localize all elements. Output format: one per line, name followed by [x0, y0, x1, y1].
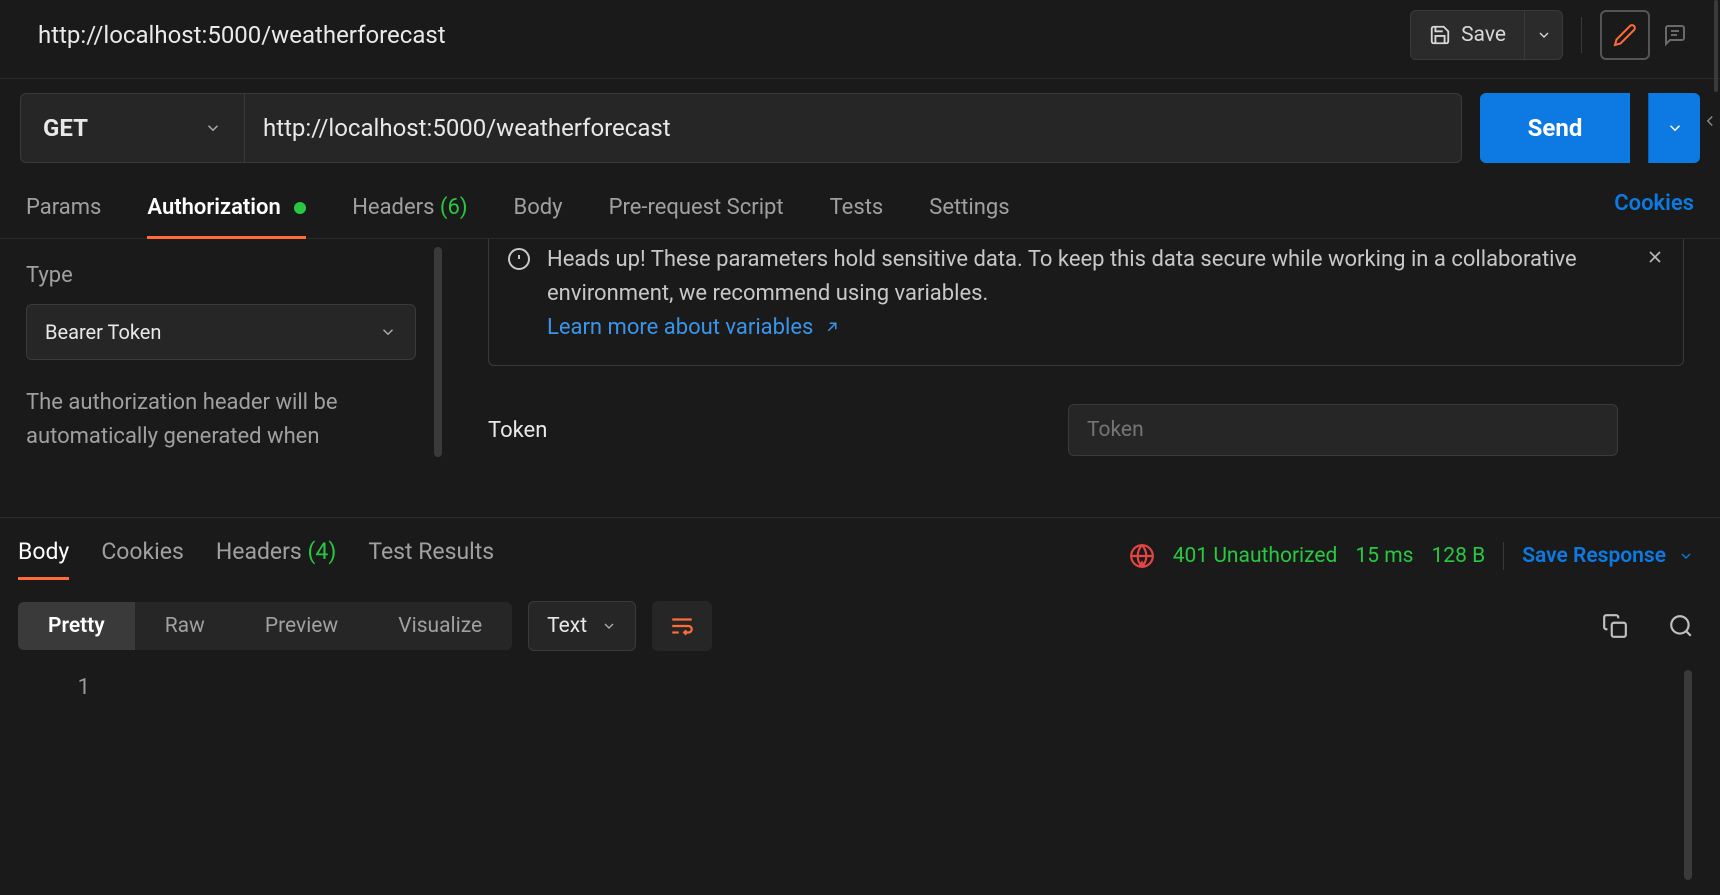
divider	[1581, 17, 1582, 53]
globe-error-icon	[1129, 543, 1155, 569]
learn-more-label: Learn more about variables	[547, 315, 813, 340]
save-button[interactable]: Save	[1410, 10, 1525, 60]
auth-left-pane: Type Bearer Token The authorization head…	[0, 239, 442, 517]
search-icon	[1668, 613, 1694, 639]
url-input[interactable]	[244, 93, 1462, 163]
auth-type-value: Bearer Token	[45, 320, 161, 344]
chevron-left-icon[interactable]	[1701, 112, 1719, 130]
response-tabs: Body Cookies Headers (4) Test Results 40…	[0, 517, 1720, 579]
security-notice: Heads up! These parameters hold sensitiv…	[488, 239, 1684, 366]
external-link-icon	[823, 318, 841, 336]
copy-button[interactable]	[1602, 613, 1628, 639]
line-number: 1	[50, 675, 90, 700]
auth-type-label: Type	[26, 263, 416, 288]
comment-icon	[1663, 23, 1687, 47]
body-toolbar: Pretty Raw Preview Visualize Text	[0, 579, 1720, 667]
close-icon	[1645, 247, 1665, 267]
tab-params[interactable]: Params	[26, 187, 101, 238]
right-edge	[1700, 0, 1720, 895]
request-tabs: Params Authorization Headers (6) Body Pr…	[0, 177, 1720, 239]
scrollbar[interactable]	[434, 247, 442, 457]
resp-tab-headers[interactable]: Headers (4)	[216, 532, 336, 579]
response-status: 401 Unauthorized	[1173, 544, 1338, 568]
view-segment: Pretty Raw Preview Visualize	[18, 602, 512, 650]
auth-desc: The authorization header will be automat…	[26, 386, 416, 454]
copy-icon	[1602, 613, 1628, 639]
cookies-link[interactable]: Cookies	[1614, 191, 1694, 234]
tab-pre-request[interactable]: Pre-request Script	[609, 187, 784, 238]
topbar-actions: Save	[1410, 10, 1700, 60]
send-dropdown[interactable]	[1648, 93, 1700, 163]
tab-authorization[interactable]: Authorization	[147, 187, 306, 238]
tab-headers-label: Headers	[352, 195, 434, 220]
notice-close-button[interactable]	[1645, 247, 1665, 267]
chevron-down-icon	[204, 119, 222, 137]
send-button[interactable]: Send	[1480, 93, 1630, 163]
notice-main: Heads up! These parameters hold sensitiv…	[547, 247, 1577, 306]
response-body[interactable]: 1	[0, 667, 1720, 700]
chevron-down-icon	[601, 618, 617, 634]
view-pretty[interactable]: Pretty	[18, 602, 135, 650]
tab-tests[interactable]: Tests	[830, 187, 884, 238]
right-edge-scrollbar[interactable]	[1714, 0, 1718, 92]
status-dot-icon	[294, 202, 306, 214]
body-toolbar-right	[1602, 613, 1694, 639]
response-scrollbar[interactable]	[1684, 670, 1692, 880]
token-input[interactable]	[1068, 404, 1618, 456]
response-time: 15 ms	[1355, 544, 1413, 568]
tab-headers[interactable]: Headers (6)	[352, 187, 467, 238]
content-type-label: Text	[547, 614, 587, 638]
wrap-lines-button[interactable]	[652, 601, 712, 651]
resp-tab-cookies[interactable]: Cookies	[101, 532, 184, 579]
info-icon	[507, 247, 531, 271]
view-raw[interactable]: Raw	[135, 602, 235, 650]
resp-tab-test-results[interactable]: Test Results	[368, 532, 494, 579]
resp-tab-headers-label: Headers	[216, 538, 302, 565]
search-button[interactable]	[1668, 613, 1694, 639]
tab-authorization-label: Authorization	[147, 195, 280, 220]
chevron-down-icon	[1678, 548, 1694, 564]
save-response-label: Save Response	[1522, 544, 1666, 568]
token-label: Token	[488, 418, 1068, 443]
divider	[1503, 542, 1504, 570]
auth-type-select[interactable]: Bearer Token	[26, 304, 416, 360]
chevron-down-icon	[379, 323, 397, 341]
resp-tab-body[interactable]: Body	[18, 532, 69, 579]
save-response-button[interactable]: Save Response	[1522, 544, 1694, 568]
save-icon	[1429, 24, 1451, 46]
view-preview[interactable]: Preview	[235, 602, 368, 650]
method-select[interactable]: GET	[20, 93, 244, 163]
tab-settings[interactable]: Settings	[929, 187, 1009, 238]
response-size: 128 B	[1431, 544, 1485, 568]
tab-body[interactable]: Body	[513, 187, 562, 238]
edit-button[interactable]	[1600, 10, 1650, 60]
learn-more-link[interactable]: Learn more about variables	[547, 315, 841, 340]
save-button-label: Save	[1461, 23, 1506, 47]
content-type-select[interactable]: Text	[528, 601, 636, 651]
chevron-down-icon	[1666, 119, 1684, 137]
view-visualize[interactable]: Visualize	[368, 602, 512, 650]
authorization-panel: Type Bearer Token The authorization head…	[0, 239, 1720, 517]
token-row: Token	[488, 404, 1684, 456]
method-label: GET	[43, 114, 88, 142]
save-dropdown[interactable]	[1525, 10, 1563, 60]
chevron-down-icon	[1536, 27, 1552, 43]
request-title: http://localhost:5000/weatherforecast	[38, 21, 446, 49]
wrap-icon	[669, 613, 695, 639]
comment-button[interactable]	[1650, 10, 1700, 60]
response-meta: 401 Unauthorized 15 ms 128 B Save Respon…	[1129, 542, 1694, 570]
resp-headers-count: (4)	[308, 538, 337, 565]
headers-count: (6)	[440, 195, 468, 220]
notice-text: Heads up! These parameters hold sensitiv…	[547, 243, 1629, 345]
request-row: GET Send	[0, 79, 1720, 177]
auth-right-pane: Heads up! These parameters hold sensitiv…	[442, 239, 1720, 517]
pencil-icon	[1613, 23, 1637, 47]
